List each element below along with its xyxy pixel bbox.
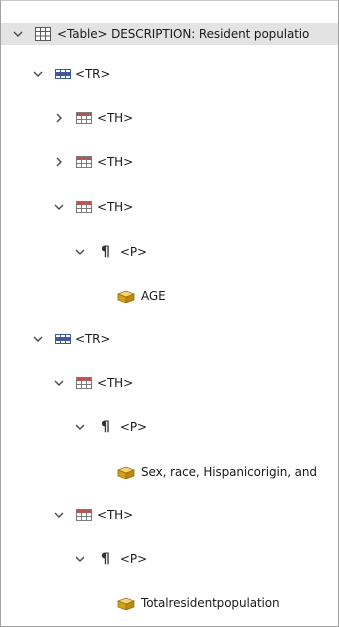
chevron-down-icon[interactable]	[73, 245, 87, 259]
tree-node-label: <Table> DESCRIPTION: Resident populatio	[57, 27, 310, 41]
content-box-icon	[117, 289, 135, 303]
table-header-cell-icon	[76, 377, 92, 389]
tree-node-p[interactable]: ¶ <P>	[1, 241, 338, 263]
tree-node-label: Sex, race, Hispanicorigin, and	[141, 465, 317, 479]
chevron-down-icon[interactable]	[52, 200, 66, 214]
table-header-cell-icon	[76, 112, 92, 124]
tree-node-p[interactable]: ¶ <P>	[1, 548, 338, 570]
tree-node-th[interactable]: <TH>	[1, 196, 338, 218]
tree-node-p[interactable]: ¶ <P>	[1, 416, 338, 438]
chevron-down-icon[interactable]	[73, 420, 87, 434]
content-box-icon	[117, 596, 135, 610]
chevron-down-icon[interactable]	[11, 27, 25, 41]
tree-node-tr[interactable]: <TR>	[1, 328, 338, 350]
chevron-down-icon[interactable]	[31, 67, 45, 81]
tree-node-label: <TH>	[97, 111, 134, 125]
tree-node-label: <TR>	[75, 332, 111, 346]
table-row-icon	[55, 69, 71, 79]
tree-node-label: <TR>	[75, 67, 111, 81]
pilcrow-icon: ¶	[101, 244, 110, 260]
chevron-down-icon[interactable]	[52, 508, 66, 522]
chevron-down-icon[interactable]	[73, 552, 87, 566]
chevron-right-icon[interactable]	[52, 155, 66, 169]
tree-node-tr[interactable]: <TR>	[1, 63, 338, 85]
pilcrow-icon: ¶	[101, 419, 110, 435]
chevron-right-icon[interactable]	[52, 111, 66, 125]
table-header-cell-icon	[76, 201, 92, 213]
tree-node-label: <TH>	[97, 508, 134, 522]
table-grid-icon	[35, 27, 51, 41]
tree-node-label: <TH>	[97, 200, 134, 214]
tree-node-label: <TH>	[97, 376, 134, 390]
tree-node-label: <TH>	[97, 155, 134, 169]
tree-node-label: <P>	[119, 420, 147, 434]
tree-node-th[interactable]: <TH>	[1, 151, 338, 173]
table-header-cell-icon	[76, 156, 92, 168]
tree-node-th[interactable]: <TH>	[1, 107, 338, 129]
tree-node-content[interactable]: Sex, race, Hispanicorigin, and	[1, 461, 338, 483]
tree-node-th[interactable]: <TH>	[1, 504, 338, 526]
chevron-down-icon[interactable]	[52, 376, 66, 390]
tree-node-content[interactable]: Totalresidentpopulation	[1, 592, 338, 614]
tree-node-label: Totalresidentpopulation	[141, 596, 280, 610]
tree-node-label: AGE	[141, 289, 166, 303]
chevron-down-icon[interactable]	[31, 332, 45, 346]
tree-node-table[interactable]: <Table> DESCRIPTION: Resident populatio	[1, 23, 338, 45]
table-row-icon	[55, 334, 71, 344]
tags-tree-panel: <Table> DESCRIPTION: Resident populatio …	[0, 0, 339, 627]
content-box-icon	[117, 465, 135, 479]
tree-node-label: <P>	[119, 245, 147, 259]
pilcrow-icon: ¶	[101, 551, 110, 567]
tree-node-content[interactable]: AGE	[1, 285, 338, 307]
tree-node-th[interactable]: <TH>	[1, 372, 338, 394]
tree-node-label: <P>	[119, 552, 147, 566]
table-header-cell-icon	[76, 509, 92, 521]
